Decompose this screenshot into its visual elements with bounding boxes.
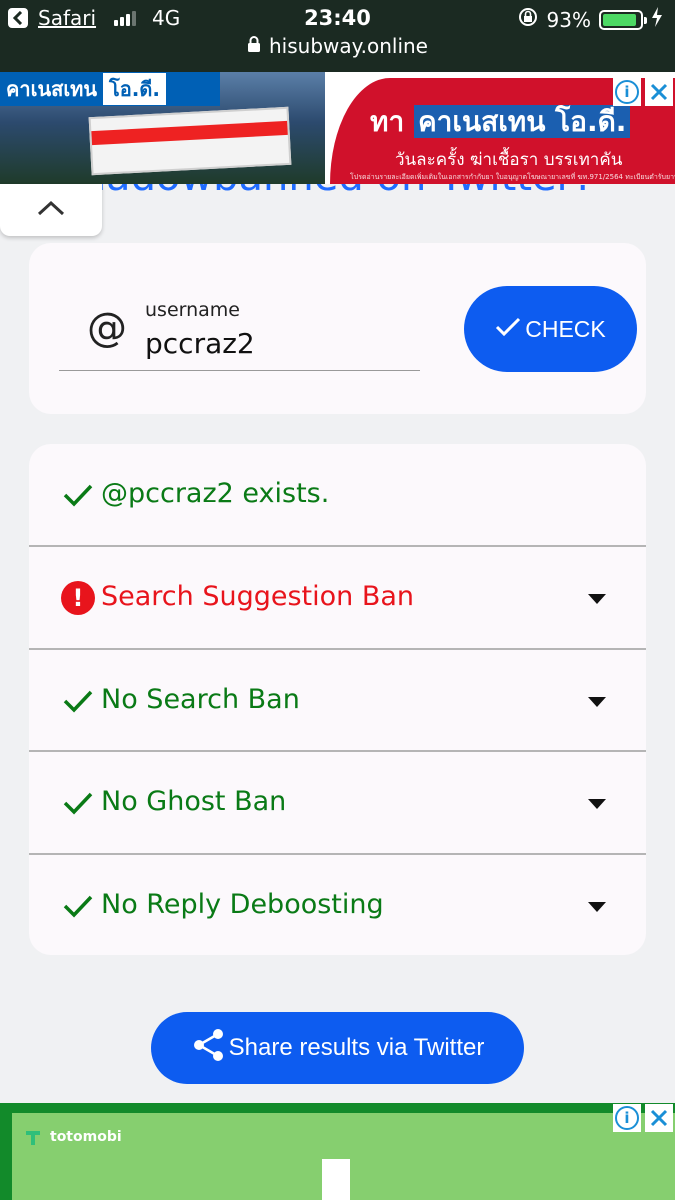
address-bar[interactable]: hisubway.online xyxy=(0,34,675,58)
caret-down-icon[interactable] xyxy=(588,902,606,912)
result-text: No Search Ban xyxy=(101,684,300,715)
at-icon: @ xyxy=(87,305,127,351)
battery-percent: 93% xyxy=(546,7,591,32)
ad-info-icon[interactable]: i xyxy=(613,78,641,106)
ad-product-image xyxy=(88,106,292,176)
result-text: No Ghost Ban xyxy=(101,786,287,817)
username-input[interactable]: pccraz2 xyxy=(145,327,255,360)
ad-bottom-logo: totomobi xyxy=(24,1127,122,1147)
ad-info-icon[interactable]: i xyxy=(613,1104,641,1132)
ad-brand-logo: คาเนสเทน โอ.ดี. xyxy=(0,72,220,106)
check-button-label: CHECK xyxy=(525,315,606,342)
charging-bolt-icon xyxy=(651,7,663,32)
check-icon xyxy=(61,684,95,718)
lock-icon xyxy=(247,34,261,58)
url-text: hisubway.online xyxy=(269,34,428,58)
checkmark-icon xyxy=(495,316,521,343)
caret-down-icon[interactable] xyxy=(588,697,606,707)
result-row-search-ban[interactable]: No Search Ban xyxy=(29,650,646,752)
ad-headline: ทา คาเนสเทน โอ.ดี. xyxy=(370,100,631,144)
input-underline xyxy=(59,370,420,371)
error-icon: ! xyxy=(61,581,95,615)
ad-banner-bottom[interactable]: totomobi xyxy=(0,1103,675,1200)
ad-fine-print: โปรดอ่านรายละเอียดเพิ่มเติมในเอกสารกำกับ… xyxy=(350,173,675,181)
username-form-card: @ username pccraz2 CHECK xyxy=(29,243,646,414)
caret-down-icon[interactable] xyxy=(588,799,606,809)
check-button[interactable]: CHECK xyxy=(464,286,637,372)
share-twitter-button[interactable]: Share results via Twitter xyxy=(151,1012,524,1084)
result-text: No Reply Deboosting xyxy=(101,889,384,920)
result-text: @pccraz2 exists. xyxy=(101,478,330,509)
check-icon xyxy=(61,478,95,512)
ad-close-icon[interactable] xyxy=(645,1104,673,1132)
ad-subline: วันละครั้ง ฆ่าเชื้อรา บรรเทาคัน xyxy=(395,150,623,170)
battery-icon xyxy=(599,9,647,30)
results-card: @pccraz2 exists. ! Search Suggestion Ban… xyxy=(29,444,646,955)
result-row-reply-deboosting[interactable]: No Reply Deboosting xyxy=(29,855,646,957)
ad-controls-top: i xyxy=(613,78,673,106)
username-label: username xyxy=(145,299,240,321)
result-row-search-suggestion-ban[interactable]: ! Search Suggestion Ban xyxy=(29,547,646,649)
rotation-lock-icon xyxy=(517,6,539,33)
result-text: Search Suggestion Ban xyxy=(101,581,415,612)
ad-controls-bottom: i xyxy=(613,1104,673,1132)
chevron-up-icon xyxy=(37,200,65,220)
result-row-exists: @pccraz2 exists. xyxy=(29,444,646,546)
share-icon xyxy=(191,1027,227,1070)
collapse-ad-button[interactable] xyxy=(0,184,102,236)
ad-banner-top[interactable]: คาเนสเทน โอ.ดี. ทา คาเนสเทน โอ.ดี. วันละค… xyxy=(0,72,675,184)
ad-close-icon[interactable] xyxy=(645,78,673,106)
caret-down-icon[interactable] xyxy=(588,594,606,604)
result-row-ghost-ban[interactable]: No Ghost Ban xyxy=(29,752,646,854)
status-bar: Safari 4G 23:40 93% hisubway.online xyxy=(0,0,675,72)
share-button-label: Share results via Twitter xyxy=(228,1034,485,1061)
check-icon xyxy=(61,786,95,820)
check-icon xyxy=(61,889,95,923)
